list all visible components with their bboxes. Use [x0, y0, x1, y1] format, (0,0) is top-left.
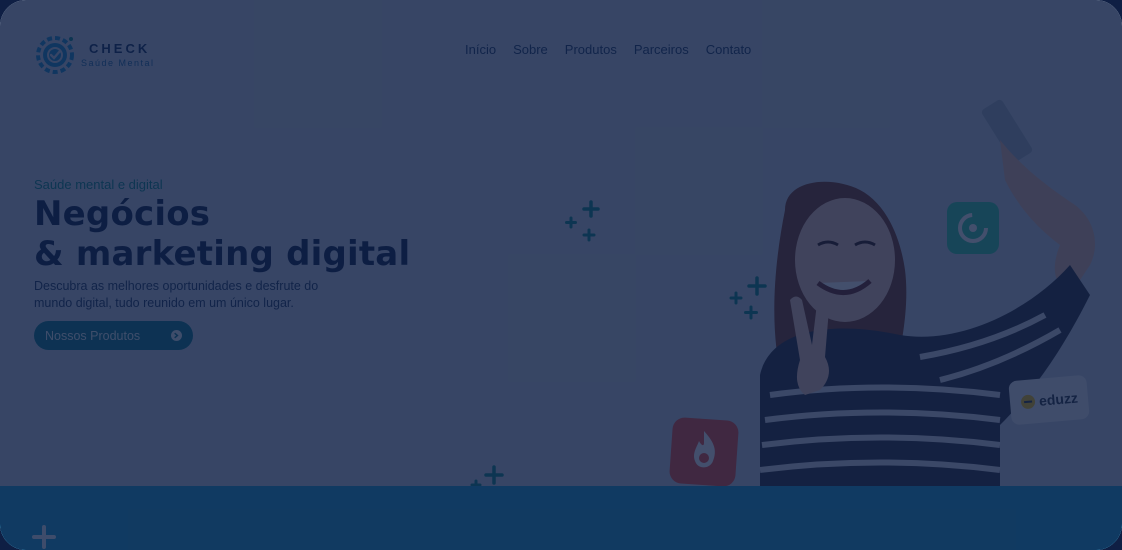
- eduzz-logo-icon: [1021, 394, 1036, 409]
- cta-label: Nossos Produtos: [45, 328, 141, 343]
- arrow-circle-icon: [171, 330, 182, 341]
- headline-line-2: & marketing digital: [34, 234, 411, 274]
- hotmart-app-icon: [669, 417, 739, 487]
- nossos-produtos-button[interactable]: Nossos Produtos: [34, 321, 193, 350]
- kiwify-app-icon: [947, 202, 999, 254]
- sparkle-icon: [32, 525, 56, 549]
- hero-headline: Negócios & marketing digital: [34, 194, 410, 274]
- nav-item-contato[interactable]: Contato: [706, 42, 752, 57]
- eduzz-label: eduzz: [1038, 389, 1079, 409]
- hero-kicker: Saúde mental e digital: [34, 177, 163, 192]
- landing-page: CHECK Saúde Mental Início Sobre Produtos…: [0, 0, 1122, 550]
- bottom-section-band: [0, 486, 1122, 550]
- hero-description: Descubra as melhores oportunidades e des…: [34, 279, 319, 310]
- brand-logo[interactable]: CHECK Saúde Mental: [33, 33, 155, 77]
- nav-item-produtos[interactable]: Produtos: [565, 42, 617, 57]
- eduzz-partner-badge: eduzz: [1008, 374, 1090, 426]
- brand-name: CHECK: [89, 41, 151, 56]
- nav-item-parceiros[interactable]: Parceiros: [634, 42, 689, 57]
- main-nav: Início Sobre Produtos Parceiros Contato: [465, 42, 751, 57]
- headline-line-1: Negócios: [34, 194, 211, 234]
- brain-gear-icon: [36, 36, 74, 74]
- brand-subtitle: Saúde Mental: [81, 58, 155, 68]
- nav-item-inicio[interactable]: Início: [465, 42, 496, 57]
- sparkle-icon: [565, 200, 600, 242]
- nav-item-sobre[interactable]: Sobre: [513, 42, 548, 57]
- woman-selfie-illustration: [759, 99, 1095, 486]
